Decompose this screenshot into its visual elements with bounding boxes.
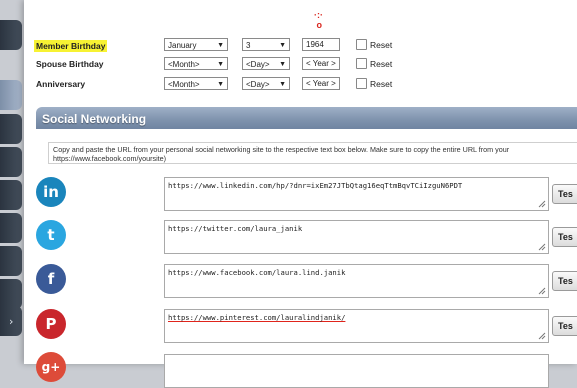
twitter-url-text: https://twitter.com/laura_janik — [168, 224, 303, 233]
spouse-birthday-reset-label: Reset — [370, 59, 393, 69]
member-birthday-reset-checkbox[interactable] — [356, 39, 367, 50]
anniversary-day-select[interactable]: <Day> ▼ — [242, 77, 290, 90]
resize-grip-icon[interactable] — [537, 286, 546, 295]
chevron-right-icon: › — [9, 315, 14, 328]
spouse-birthday-month-select[interactable]: <Month> ▼ — [164, 57, 228, 70]
anniversary-reset-checkbox[interactable] — [356, 78, 367, 89]
dropdown-arrow-icon: ▼ — [217, 81, 224, 88]
spouse-birthday-reset-checkbox[interactable] — [356, 58, 367, 69]
spouse-birthday-row: Spouse Birthday <Month> ▼ <Day> ▼ < Year >… — [36, 57, 576, 73]
left-tab-strip: › — [0, 0, 22, 364]
facebook-icon: f — [36, 264, 66, 294]
pinterest-url-field[interactable]: https://www.pinterest.com/lauralindjanik… — [164, 309, 549, 343]
linkedin-icon: in — [36, 177, 66, 207]
anniversary-year-input[interactable]: < Year > — [302, 77, 340, 90]
side-tab[interactable] — [0, 114, 22, 144]
spouse-birthday-year-input[interactable]: < Year > — [302, 57, 340, 70]
spouse-birthday-label: Spouse Birthday — [36, 59, 104, 69]
anniversary-label: Anniversary — [36, 79, 86, 89]
dropdown-arrow-icon: ▼ — [217, 42, 224, 49]
facebook-test-button[interactable]: Tes — [552, 271, 577, 291]
side-tab[interactable] — [0, 180, 22, 210]
googleplus-icon: g+ — [36, 352, 66, 382]
dropdown-arrow-icon: ▼ — [279, 81, 286, 88]
profile-panel: ·:· o Member Birthday January ▼ 3 ▼ 1964 R… — [24, 0, 577, 388]
facebook-url-text: https://www.facebook.com/laura.lind.jani… — [168, 268, 346, 277]
twitter-url-field[interactable]: https://twitter.com/laura_janik — [164, 220, 549, 254]
resize-grip-icon[interactable] — [537, 199, 546, 208]
pinterest-test-button[interactable]: Tes — [552, 316, 577, 336]
dropdown-arrow-icon: ▼ — [279, 42, 286, 49]
member-birthday-label: Member Birthday — [34, 40, 108, 52]
social-networking-header: Social Networking — [36, 107, 577, 129]
member-birthday-month-select[interactable]: January ▼ — [164, 38, 228, 51]
linkedin-test-button[interactable]: Tes — [552, 184, 577, 204]
anniversary-month-select[interactable]: <Month> ▼ — [164, 77, 228, 90]
twitter-icon: t — [36, 220, 66, 250]
side-tab-active[interactable] — [0, 80, 22, 110]
side-tab[interactable] — [0, 20, 22, 50]
pinterest-icon: P — [36, 309, 66, 339]
pinterest-url-text: https://www.pinterest.com/lauralindjanik… — [168, 313, 346, 322]
side-tab[interactable] — [0, 279, 22, 309]
linkedin-url-text: https://www.linkedin.com/hp/?dnr=ixEm27J… — [168, 181, 463, 190]
facebook-url-field[interactable]: https://www.facebook.com/laura.lind.jani… — [164, 264, 549, 298]
dropdown-arrow-icon: ▼ — [217, 61, 224, 68]
side-tab[interactable] — [0, 213, 22, 243]
side-tab-expand[interactable]: › — [0, 306, 22, 336]
member-birthday-row: Member Birthday January ▼ 3 ▼ 1964 Reset — [34, 38, 576, 54]
resize-grip-icon[interactable] — [537, 331, 546, 340]
member-birthday-year-input[interactable]: 1964 — [302, 38, 340, 51]
anniversary-row: Anniversary <Month> ▼ <Day> ▼ < Year > Res… — [36, 77, 576, 93]
member-birthday-day-select[interactable]: 3 ▼ — [242, 38, 290, 51]
section-title: Social Networking — [42, 112, 147, 126]
linkedin-url-field[interactable]: https://www.linkedin.com/hp/?dnr=ixEm27J… — [164, 177, 549, 211]
twitter-test-button[interactable]: Tes — [552, 227, 577, 247]
googleplus-url-field[interactable] — [164, 354, 549, 388]
member-birthday-reset-label: Reset — [370, 40, 393, 50]
side-tab[interactable] — [0, 147, 22, 177]
social-instructions: Copy and paste the URL from your persona… — [48, 142, 577, 164]
side-tab[interactable] — [0, 246, 22, 276]
anniversary-reset-label: Reset — [370, 79, 393, 89]
spouse-birthday-day-select[interactable]: <Day> ▼ — [242, 57, 290, 70]
resize-grip-icon[interactable] — [537, 242, 546, 251]
red-annotation-mark: ·:· o — [314, 10, 323, 30]
dropdown-arrow-icon: ▼ — [279, 61, 286, 68]
